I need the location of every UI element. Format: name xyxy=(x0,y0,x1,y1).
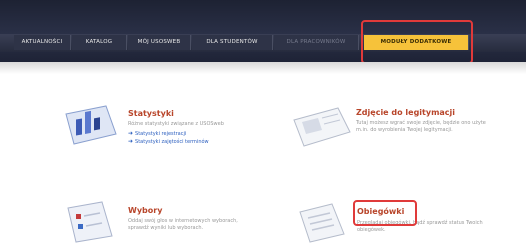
tab-katalog[interactable]: KATALOG xyxy=(72,35,127,50)
id-card-icon xyxy=(292,106,352,152)
tab-aktualnosci[interactable]: AKTUALNOŚCI xyxy=(14,35,71,50)
statistics-icon xyxy=(62,104,120,152)
card-title-zdjecie[interactable]: Zdjęcie do legitymacji xyxy=(356,108,455,117)
card-title-wybory[interactable]: Wybory xyxy=(128,206,162,215)
card-desc-statystyki: Różne statystyki związane z USOSweb xyxy=(128,121,224,127)
arrow-icon: ➜ xyxy=(128,138,134,145)
card-desc-zdjecie: Tutaj możesz wgrać swoje zdjęcie, będzie… xyxy=(356,120,486,133)
link-statystyki-rejestracji[interactable]: ➜ Statystyki rejestracji xyxy=(128,130,186,137)
highlight-moduly-dodatkowe xyxy=(361,20,473,64)
ballot-icon xyxy=(62,200,120,248)
highlight-obiegowki xyxy=(353,200,417,226)
tab-moj-usosweb[interactable]: MÓJ USOSWEB xyxy=(128,35,191,50)
tab-dla-studentow[interactable]: DLA STUDENTÓW xyxy=(192,35,273,50)
header-shadow xyxy=(0,62,526,74)
arrow-icon: ➜ xyxy=(128,130,134,137)
document-icon xyxy=(292,200,352,248)
card-desc-wybory: Oddaj swój głos w internetowych wyborach… xyxy=(128,218,238,231)
link-statystyki-terminow[interactable]: ➜ Statystyki zajętości terminów xyxy=(128,138,209,145)
card-title-statystyki[interactable]: Statystyki xyxy=(128,109,174,118)
tab-dla-pracownikow[interactable]: DLA PRACOWNIKÓW xyxy=(274,35,359,50)
